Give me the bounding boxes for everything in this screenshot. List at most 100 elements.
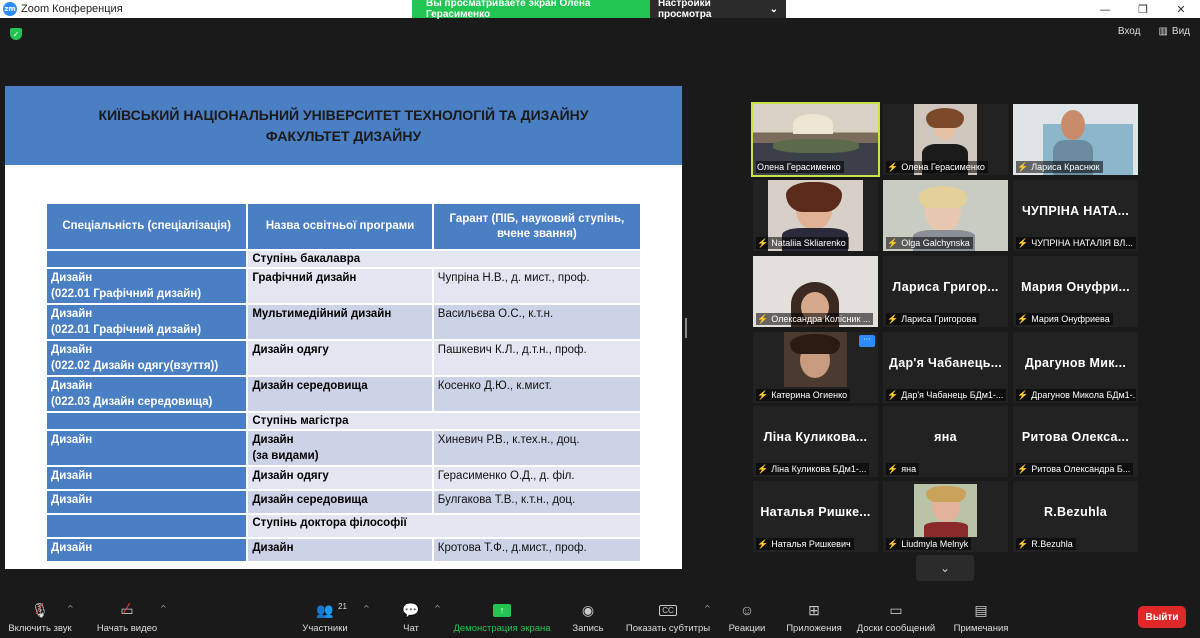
level-row: Ступінь магістра bbox=[44, 411, 642, 431]
level-row: Ступінь бакалавра bbox=[44, 249, 642, 269]
encryption-shield-icon[interactable]: ✓ bbox=[10, 28, 22, 40]
mic-muted-icon: ⚡ bbox=[1017, 314, 1029, 324]
share-screen-button[interactable]: ↑ Демонстрация экрана bbox=[450, 596, 554, 638]
maximize-icon[interactable]: ❐ bbox=[1124, 0, 1162, 18]
view-button[interactable]: ▥ Вид bbox=[1158, 26, 1190, 37]
mic-muted-icon: ⚡ bbox=[1017, 464, 1029, 474]
mic-muted-icon: ⚡ bbox=[887, 314, 899, 324]
level-phd: Ступінь доктора філософії bbox=[246, 513, 642, 539]
chat-options-caret-icon[interactable]: ^ bbox=[434, 604, 441, 613]
mic-muted-icon: ⚡ bbox=[887, 238, 899, 248]
unmute-button[interactable]: 🎙 ⁄ Включить звук bbox=[4, 596, 76, 638]
reactions-button[interactable]: ☺ Реакции bbox=[724, 596, 770, 638]
participants-options-caret-icon[interactable]: ^ bbox=[363, 604, 370, 613]
programs-table: Спеціальність (спеціалізація) Назва осві… bbox=[44, 202, 643, 563]
more-options-icon[interactable]: ··· bbox=[859, 335, 875, 347]
share-banner: Вы просматриваете экран Олена Герасименк… bbox=[412, 0, 786, 20]
share-banner-message: Вы просматриваете экран Олена Герасименк… bbox=[412, 0, 650, 20]
enter-button[interactable]: Вход bbox=[1118, 26, 1141, 37]
mic-muted-icon: ⚡ bbox=[1017, 539, 1029, 549]
shared-screen-slide: КИЇВСЬКИЙ НАЦІОНАЛЬНИЙ УНІВЕРСИТЕТ ТЕХНО… bbox=[5, 86, 682, 569]
header-guarantor: Гарант (ПІБ, науковий ступінь, вчене зва… bbox=[431, 202, 643, 251]
participant-tile[interactable]: ⚡ Nataliia Skliarenko bbox=[753, 180, 878, 251]
grid-view-icon: ▥ bbox=[1158, 26, 1168, 37]
mic-muted-icon: ⚡ bbox=[757, 390, 769, 400]
mic-muted-icon: ⚡ bbox=[1017, 238, 1029, 248]
table-header-row: Спеціальність (спеціалізація) Назва осві… bbox=[44, 202, 643, 251]
captions-button[interactable]: CC Показать субтитры bbox=[624, 596, 712, 638]
header-program: Назва освітньої програми bbox=[246, 202, 434, 251]
video-feed bbox=[914, 484, 977, 537]
notes-button[interactable]: ▤ Примечания bbox=[948, 596, 1014, 638]
table-row: Дизайн (022.01 Графічний дизайн) Графічни… bbox=[44, 267, 643, 305]
level-bachelor: Ступінь бакалавра bbox=[246, 249, 642, 269]
slide-title-line2: ФАКУЛЬТЕТ ДИЗАЙНУ bbox=[265, 127, 422, 144]
mic-muted-icon: ⚡ bbox=[887, 390, 899, 400]
mic-muted-icon: ⚡ bbox=[757, 238, 769, 248]
mic-muted-icon: ⚡ bbox=[1017, 162, 1029, 172]
chevron-down-icon: ⌄ bbox=[769, 3, 778, 15]
zoom-window: zm Zoom Конференция Вы просматриваете эк… bbox=[0, 0, 1200, 638]
mic-muted-icon: 🎙 ⁄ bbox=[31, 601, 49, 618]
mic-muted-icon: ⚡ bbox=[887, 539, 899, 549]
video-off-icon: ▭ ⁄ bbox=[120, 601, 134, 618]
minimize-icon[interactable]: — bbox=[1086, 0, 1124, 18]
gallery-next-page-button[interactable]: ⌄ bbox=[916, 555, 974, 581]
chat-button[interactable]: 💬 Чат bbox=[390, 596, 432, 638]
table-row: Дизайн Дизайн середовища Булгакова Т.В.,… bbox=[44, 489, 643, 515]
mic-muted-icon: ⚡ bbox=[757, 539, 769, 549]
participant-tile[interactable]: ⚡ Liudmyla Melnyk bbox=[883, 481, 1008, 552]
participants-count: 21 bbox=[338, 602, 347, 611]
participant-tile[interactable]: ··· ⚡ Катерина Огиенко bbox=[753, 332, 878, 403]
participant-tile[interactable]: ⚡ Лариса Краснюк bbox=[1013, 104, 1138, 175]
apps-icon: ⊞ bbox=[808, 601, 820, 618]
zoom-logo-icon: zm bbox=[3, 2, 17, 16]
split-resize-handle[interactable] bbox=[685, 318, 687, 338]
header-specialty: Спеціальність (спеціалізація) bbox=[44, 202, 249, 251]
reactions-icon: ☺ bbox=[739, 602, 755, 618]
participant-tile[interactable]: Ритова Олекса... ⚡ Ритова Олександра Б... bbox=[1013, 406, 1138, 477]
participant-tile[interactable]: Наталья Ришке... ⚡ Наталья Ришкевич bbox=[753, 481, 878, 552]
captions-icon: CC bbox=[659, 600, 677, 620]
participant-tile[interactable]: ЧУПРІНА НАТА... ⚡ ЧУПРІНА НАТАЛІЯ ВЛ... bbox=[1013, 180, 1138, 251]
audio-options-caret-icon[interactable]: ^ bbox=[67, 604, 74, 613]
participant-tile[interactable]: Драгунов Мик... ⚡ Драгунов Микола БДм1-..… bbox=[1013, 332, 1138, 403]
mic-muted-icon: ⚡ bbox=[887, 162, 899, 172]
notes-icon: ▤ bbox=[974, 601, 988, 618]
whiteboards-button[interactable]: ▭ Доски сообщений bbox=[852, 596, 940, 638]
record-button[interactable]: ◉ Запись bbox=[566, 596, 610, 638]
participant-tile[interactable]: ⚡ Olga Galchynska bbox=[883, 180, 1008, 251]
table-row: Дизайн Дизайн Кротова Т.Ф., д.мист., про… bbox=[44, 537, 643, 563]
participant-tile[interactable]: R.Bezuhla ⚡ R.Bezuhla bbox=[1013, 481, 1138, 552]
table-row: Дизайн (022.02 Дизайн одягу(взуття)) Диза… bbox=[44, 339, 643, 377]
leave-button[interactable]: Выйти bbox=[1138, 606, 1186, 628]
participant-tile[interactable]: ⚡ Олена Герасименко bbox=[883, 104, 1008, 175]
record-icon: ◉ bbox=[581, 601, 595, 618]
level-master: Ступінь магістра bbox=[246, 411, 642, 431]
table-row: Дизайн Дизайн (за видами) Хиневич Р.В., к… bbox=[44, 429, 643, 467]
video-options-caret-icon[interactable]: ^ bbox=[160, 604, 167, 613]
participant-tile[interactable]: Лариса Григор... ⚡ Лариса Григорова bbox=[883, 256, 1008, 327]
participant-tile[interactable]: Дар'я Чабанець... ⚡ Дар'я Чабанець БДм1-.… bbox=[883, 332, 1008, 403]
view-settings-button[interactable]: Настройки просмотра ⌄ bbox=[650, 0, 786, 20]
slide-title-line1: КИЇВСЬКИЙ НАЦІОНАЛЬНИЙ УНІВЕРСИТЕТ ТЕХНО… bbox=[98, 106, 589, 123]
participant-tile[interactable]: яна ⚡ яна bbox=[883, 406, 1008, 477]
meeting-toolbar: 🎙 ⁄ Включить звук ^ ▭ ⁄ Начать видео ^ 👥 У… bbox=[0, 596, 1200, 638]
apps-button[interactable]: ⊞ Приложения bbox=[782, 596, 846, 638]
close-icon[interactable]: ✕ bbox=[1162, 0, 1200, 18]
participant-tile[interactable]: Ліна Куликова... ⚡ Ліна Куликова БДм1-... bbox=[753, 406, 878, 477]
participants-icon: 👥 bbox=[316, 601, 334, 618]
participant-tile[interactable]: Олена Герасименко bbox=[751, 102, 880, 177]
participant-tile[interactable]: Мария Онуфри... ⚡ Мария Онуфриева bbox=[1013, 256, 1138, 327]
mic-muted-icon: ⚡ bbox=[757, 314, 769, 324]
mic-muted-icon: ⚡ bbox=[887, 464, 899, 474]
title-bar: zm Zoom Конференция Вы просматриваете эк… bbox=[0, 0, 1200, 20]
start-video-button[interactable]: ▭ ⁄ Начать видео bbox=[92, 596, 162, 638]
level-row: Ступінь доктора філософії bbox=[44, 513, 642, 539]
top-right-controls: Вход ▥ Вид bbox=[1118, 26, 1190, 37]
participant-tile[interactable]: ⚡ Олександра Колісник ... bbox=[753, 256, 878, 327]
slide-header: КИЇВСЬКИЙ НАЦІОНАЛЬНИЙ УНІВЕРСИТЕТ ТЕХНО… bbox=[5, 86, 682, 165]
table-row: Дизайн Дизайн одягу Герасименко О.Д., д.… bbox=[44, 465, 643, 491]
table-row: Дизайн (022.01 Графічний дизайн) Мультиме… bbox=[44, 303, 643, 341]
captions-options-caret-icon[interactable]: ^ bbox=[704, 604, 711, 613]
